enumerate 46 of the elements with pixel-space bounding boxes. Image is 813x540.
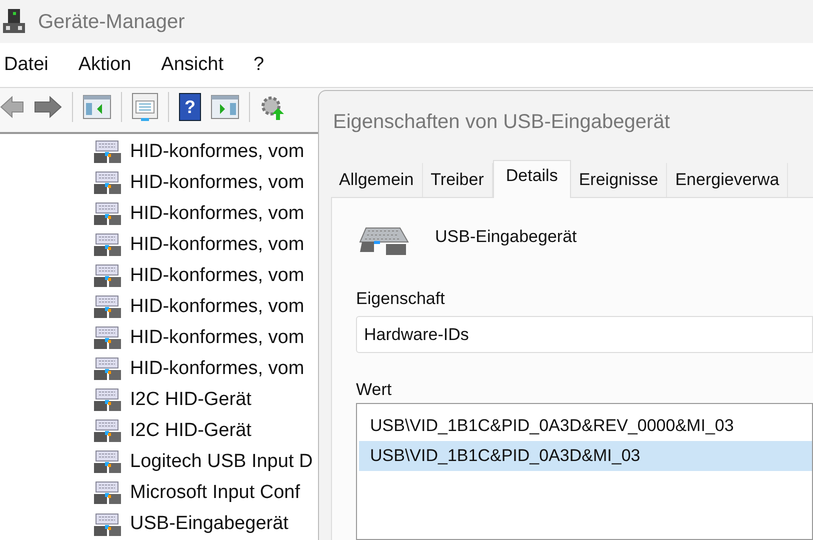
device-item[interactable]: HID-konformes, vom [130,168,304,198]
keyboard-device-icon [93,232,123,258]
device-manager-icon [2,8,26,36]
keyboard-device-icon [93,480,123,506]
keyboard-device-icon [93,387,123,414]
pane-right-icon[interactable] [211,95,239,119]
device-item[interactable]: HID-konformes, vom [130,354,304,384]
keyboard-device-icon [93,200,123,227]
keyboard-device-icon [93,325,123,352]
device-item[interactable]: HID-konformes, vom [130,230,304,260]
device-name: USB-Eingabegerät [435,226,577,248]
menu-item[interactable]: ? [249,50,268,80]
menu-item[interactable]: Aktion [74,50,136,80]
property-dropdown[interactable]: Hardware-IDs [356,316,813,353]
gear-arrow-icon[interactable] [260,94,286,120]
device-item[interactable]: HID-konformes, vom [130,200,304,228]
property-label: Eigenschaft [356,288,446,310]
device-item[interactable]: I2C HID-Gerät [130,386,252,415]
help-icon[interactable]: ? [179,93,201,121]
menu-item[interactable]: Ansicht [157,50,228,80]
device-item[interactable]: Microsoft Input Conf [130,479,300,508]
dialog-title: Eigenschaften von USB-Eingabegerät [332,110,671,135]
keyboard-device-icon [93,356,123,382]
window-title: Geräte-Manager [38,10,185,35]
keyboard-device-icon [93,263,123,290]
device-item[interactable]: I2C HID-Gerät [130,417,252,446]
device-item[interactable]: USB-Eingabegerät [130,510,288,539]
keyboard-device-icon [93,418,123,444]
menu-item[interactable]: Datei [0,50,52,80]
value-row[interactable]: USB\VID_1B1C&PID_0A3D&REV_0000&MI_03 [359,411,812,441]
device-item[interactable]: HID-konformes, vom [130,262,304,290]
keyboard-device-icon [93,512,123,538]
device-item[interactable]: HID-konformes, vom [130,324,304,352]
keyboard-device-icon [93,138,123,165]
keyboard-device-icon [93,449,123,476]
device-item[interactable]: HID-konformes, vom [130,292,304,322]
value-row[interactable]: USB\VID_1B1C&PID_0A3D&MI_03 [359,441,812,471]
device-item[interactable]: HID-konformes, vom [130,138,304,166]
keyboard-device-icon [93,170,123,196]
pane-left-icon[interactable] [83,95,111,119]
properties-icon[interactable] [132,93,158,121]
tab[interactable]: Details [492,160,571,198]
forward-arrow-icon[interactable] [34,96,62,118]
keyboard-device-icon [93,294,123,320]
device-item[interactable]: Logitech USB Input D [130,448,313,477]
value-label: Wert [356,379,393,401]
